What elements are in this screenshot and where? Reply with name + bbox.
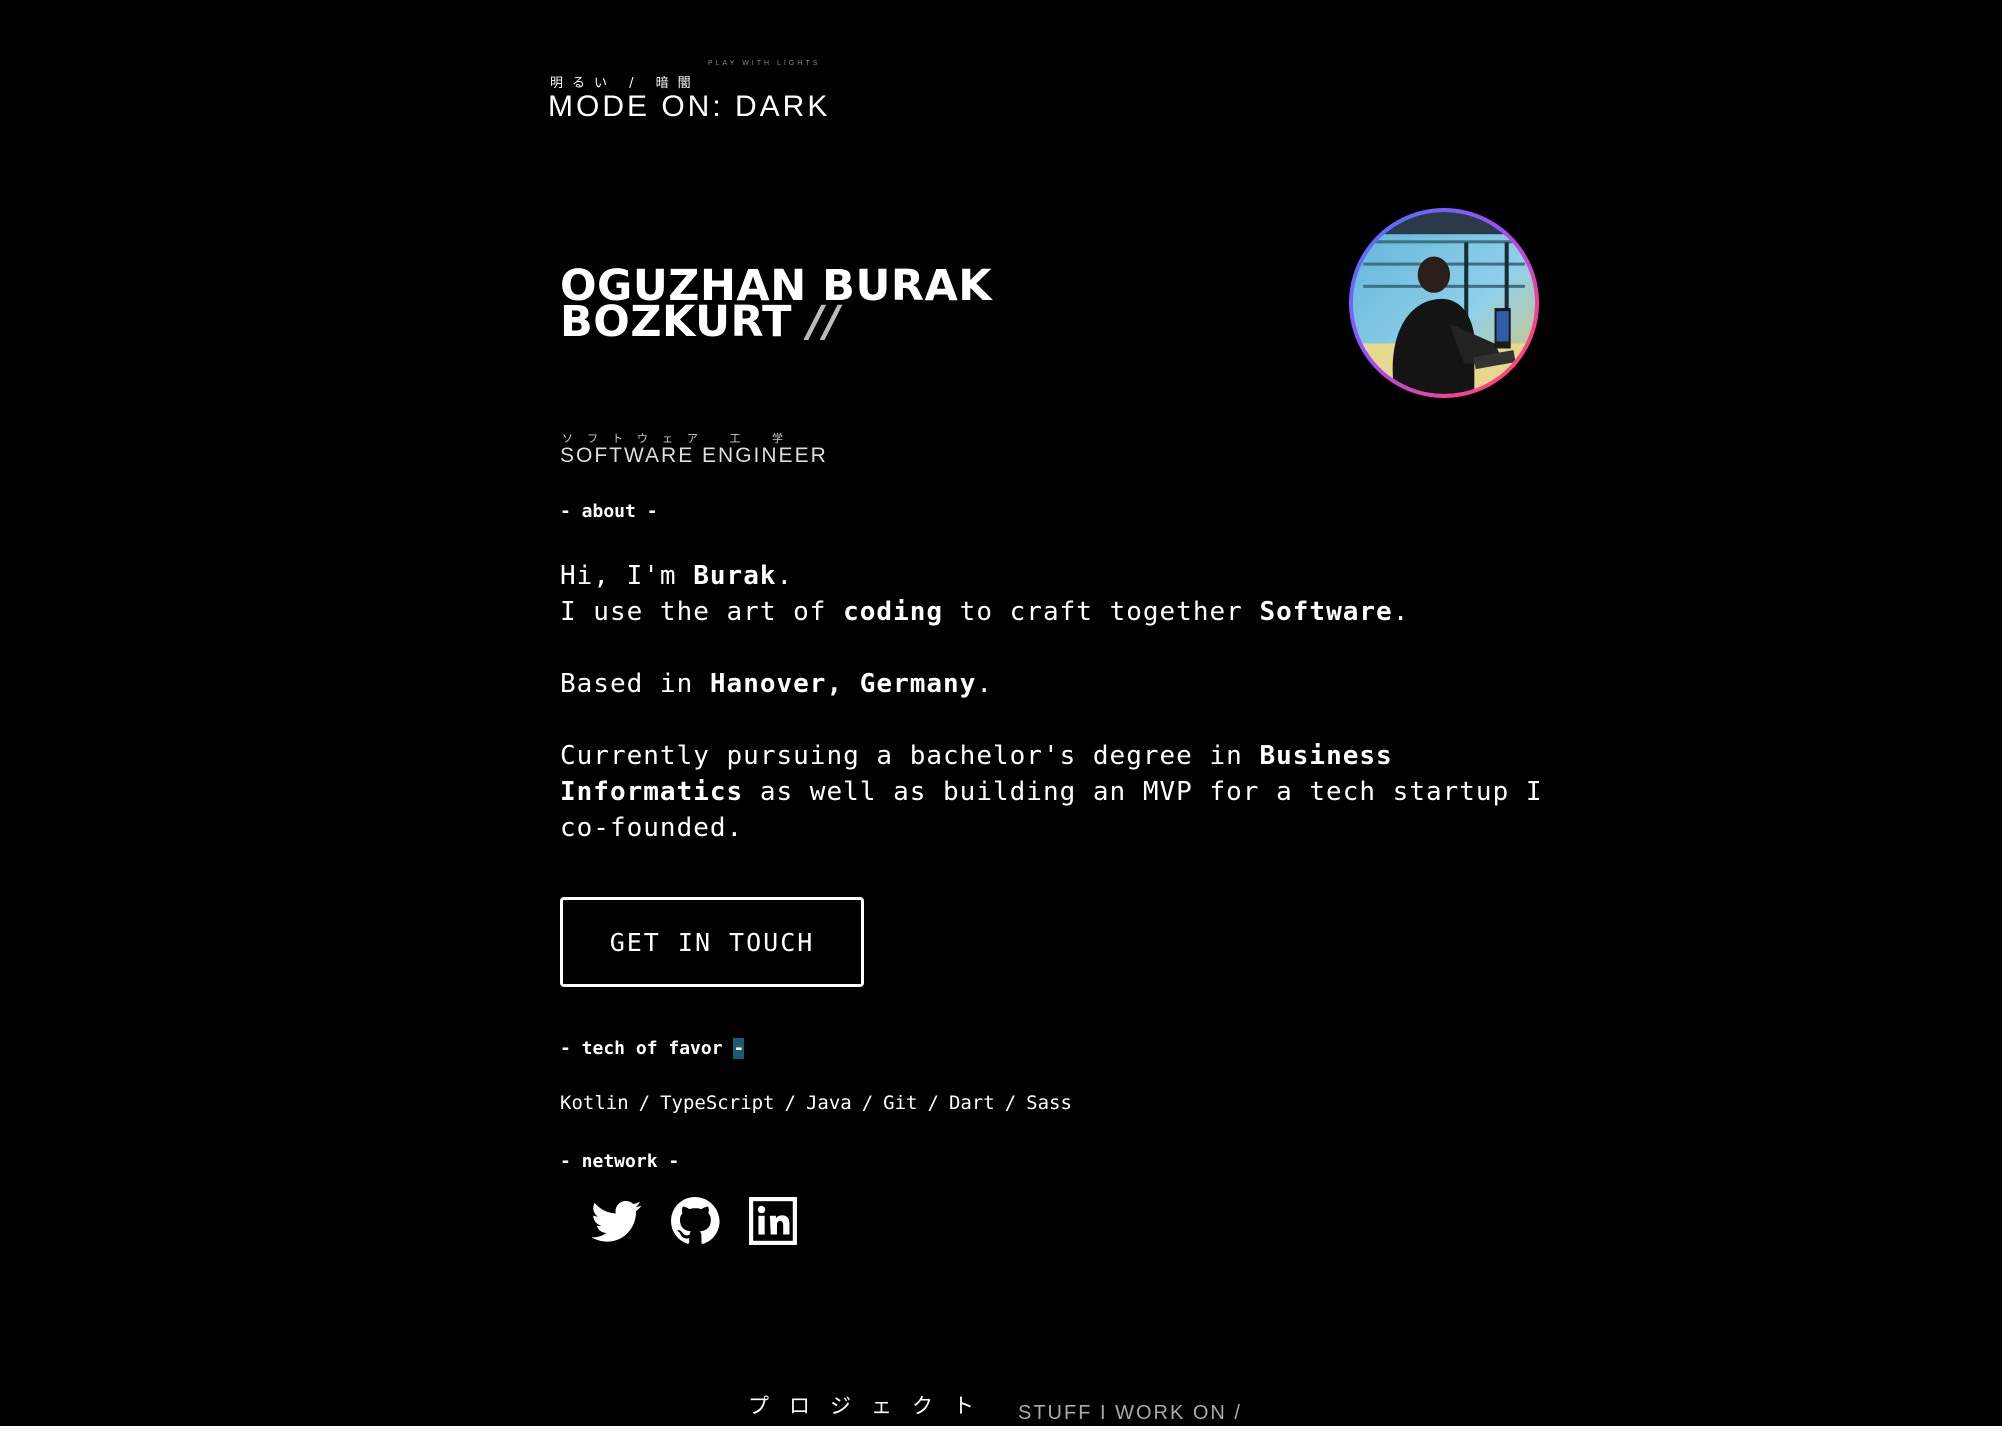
page-bottom-edge <box>0 1426 2002 1440</box>
linkedin-icon[interactable] <box>748 1196 798 1246</box>
twitter-icon[interactable] <box>592 1196 642 1246</box>
name-line-2: BOZKURT <box>560 297 793 347</box>
tech-separator: / <box>861 1092 874 1114</box>
tech-item: Dart <box>948 1092 995 1114</box>
mode-toggle-label[interactable]: MODE ON: DARK <box>548 90 830 124</box>
projects-jp-label: プロジェクト <box>748 1394 994 1418</box>
about-text: Hi, I'm Burak. I use the art of coding t… <box>560 558 1560 882</box>
tech-separator: / <box>927 1092 939 1114</box>
about-paragraph-greeting: Hi, I'm Burak. I use the art of coding t… <box>560 561 1410 627</box>
github-icon[interactable] <box>670 1196 720 1246</box>
about-paragraph-study: Currently pursuing a bachelor's degree i… <box>560 741 1543 843</box>
about-heading: - about - <box>560 501 658 522</box>
get-in-touch-button[interactable]: GET IN TOUCH <box>560 897 864 987</box>
tech-separator: / <box>1004 1092 1017 1114</box>
tech-item: Sass <box>1026 1092 1072 1114</box>
twitter-icon-glyph <box>592 1201 642 1242</box>
mode-toggle-jp-label: 明るい / 暗闇 <box>550 76 700 91</box>
linkedin-icon-glyph <box>749 1197 797 1245</box>
avatar-photo <box>1353 212 1535 394</box>
tech-item: Git <box>883 1092 918 1114</box>
tech-item: TypeScript <box>660 1092 775 1114</box>
page-title: OGUZHAN BURAK BOZKURT // <box>560 265 992 344</box>
avatar <box>1349 208 1539 398</box>
about-paragraph-location: Based in Hanover, Germany. <box>560 669 993 699</box>
role-title: SOFTWARE ENGINEER <box>560 444 828 467</box>
github-icon-glyph <box>671 1197 720 1244</box>
tech-separator: / <box>638 1092 651 1114</box>
mode-toggle-hint: PLAY WITH LIGHTS <box>708 60 821 67</box>
tech-separator: / <box>784 1092 796 1114</box>
tech-list: Kotlin / TypeScript / Java / Git / Dart / Sass <box>560 1092 1072 1114</box>
avatar-photo-illustration <box>1353 212 1535 394</box>
tech-item: Java <box>805 1092 852 1114</box>
name-slashes: // <box>807 297 840 347</box>
tech-heading: - tech of favor - <box>560 1038 745 1059</box>
tech-heading-cursor: - <box>733 1038 745 1059</box>
projects-heading: STUFF I WORK ON / <box>1018 1402 1242 1424</box>
network-heading: - network - <box>560 1151 680 1172</box>
tech-item: Kotlin <box>560 1092 629 1114</box>
